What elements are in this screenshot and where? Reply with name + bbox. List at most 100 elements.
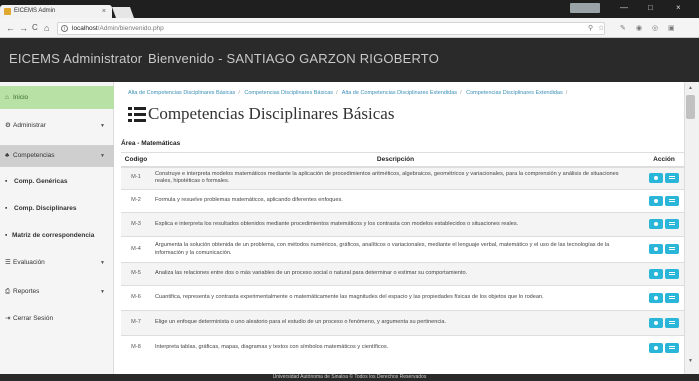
extension-icon[interactable]: ✎ <box>620 24 626 34</box>
sidebar-item-competencias[interactable]: ♣ Competencias ▼ <box>0 145 114 167</box>
sidebar-item-label: Comp. Genéricas <box>14 178 68 185</box>
extension-icon[interactable]: ▣ <box>668 24 675 34</box>
sidebar-item-label: Matriz de correspondencia <box>12 232 95 239</box>
sidebar-item-label: Evaluación <box>13 259 45 266</box>
sidebar-item-matriz[interactable]: ▪ Matriz de correspondencia <box>0 227 114 245</box>
scroll-down-icon[interactable]: ▼ <box>688 358 693 364</box>
back-icon[interactable]: ← <box>6 22 15 34</box>
sidebar-item-comp-genericas[interactable]: ▪ Comp. Genéricas <box>0 173 114 191</box>
extension-icon[interactable]: ◎ <box>652 24 658 34</box>
extension-icon[interactable]: ◉ <box>636 24 642 34</box>
breadcrumb-link[interactable]: Competencias Disciplinares Básicas <box>244 90 333 96</box>
logout-icon: ⇥ <box>5 315 11 322</box>
table-row: M-1 Construye e interpreta modelos matem… <box>121 166 688 190</box>
scrollbar[interactable] <box>684 82 699 374</box>
cell-code: M-1 <box>121 166 151 190</box>
breadcrumb-link[interactable]: Competencias Disciplinares Extendidas <box>466 90 563 96</box>
view-button[interactable] <box>649 292 663 303</box>
list-button[interactable] <box>665 317 679 328</box>
sidebar-item-evaluacion[interactable]: ☰ Evaluación ▼ <box>0 255 114 271</box>
bookmark-star-icon[interactable]: ☆ <box>598 24 604 34</box>
view-button[interactable] <box>649 244 663 255</box>
sidebar-item-administrar[interactable]: ⚙ Administrar ▼ <box>0 118 114 134</box>
view-button[interactable] <box>649 343 663 354</box>
caret-down-icon: ▼ <box>100 123 105 129</box>
page-title: Competencias Disciplinares Básicas <box>148 104 395 123</box>
cell-actions <box>640 166 688 190</box>
maximize-icon[interactable]: □ <box>648 3 653 13</box>
reload-icon[interactable]: C <box>32 22 38 34</box>
scrollbar-thumb[interactable] <box>686 95 695 119</box>
cell-description: Formula y resuelve problemas matemáticos… <box>151 189 640 213</box>
table-row: M-5 Analiza las relaciones entre dos o m… <box>121 262 688 286</box>
cell-actions <box>640 335 688 361</box>
table-row: M-6 Cuantifica, representa y contrasta e… <box>121 285 688 311</box>
list-icon: ☰ <box>5 259 11 266</box>
view-button[interactable] <box>649 317 663 328</box>
cell-actions <box>640 236 688 263</box>
view-button[interactable] <box>649 195 663 206</box>
list-button[interactable] <box>665 173 679 184</box>
cell-code: M-4 <box>121 236 151 263</box>
gear-icon: ⚙ <box>5 122 11 129</box>
cell-description: Argumenta la solución obtenida de un pro… <box>151 236 640 263</box>
sidebar-item-comp-disciplinares[interactable]: ▪ Comp. Disciplinares <box>0 200 114 218</box>
view-button[interactable] <box>649 219 663 230</box>
sidebar-item-inicio[interactable]: ⌂ Inicio <box>0 86 114 109</box>
people-icon: ♣ <box>5 152 10 159</box>
scroll-up-icon[interactable]: ▲ <box>688 85 693 91</box>
list-icon: ▪ <box>5 178 8 185</box>
sidebar-item-label: Comp. Disciplinares <box>14 205 77 212</box>
minimize-icon[interactable]: — <box>620 3 628 13</box>
caret-down-icon: ▼ <box>100 153 105 159</box>
view-button[interactable] <box>649 173 663 184</box>
cell-description: Cuantifica, representa y contrasta exper… <box>151 285 640 311</box>
zoom-icon[interactable]: ⚲ <box>588 24 593 34</box>
breadcrumb-link[interactable]: Alta de Competencias Disciplinares Básic… <box>128 90 235 96</box>
sidebar-item-label: Cerrar Sesión <box>13 315 54 322</box>
list-button[interactable] <box>665 268 679 279</box>
list-icon: ▪ <box>5 232 8 239</box>
cell-actions <box>640 212 688 237</box>
cell-actions <box>640 310 688 336</box>
competencias-table: Codigo Descripción Acción M-1 Construye … <box>121 152 688 361</box>
area-label: Área - Matemáticas <box>121 140 181 147</box>
list-icon <box>128 107 146 122</box>
cell-code: M-2 <box>121 189 151 213</box>
column-header-codigo: Codigo <box>121 152 151 168</box>
sidebar-item-cerrar-sesion[interactable]: ⇥ Cerrar Sesión <box>0 311 114 327</box>
cell-actions <box>640 285 688 311</box>
cell-actions <box>640 262 688 286</box>
welcome-message: Bienvenido - SANTIAGO GARZON RIGOBERTO <box>148 51 440 66</box>
cell-code: M-8 <box>121 335 151 361</box>
breadcrumb-link[interactable]: Alta de Competencias Disciplinares Exten… <box>342 90 457 96</box>
cell-code: M-3 <box>121 212 151 237</box>
caret-down-icon: ▼ <box>100 260 105 266</box>
window-close-icon[interactable]: × <box>676 3 681 13</box>
app-brand[interactable]: EICEMS Administrator <box>9 51 142 66</box>
sidebar-item-label: Reportes <box>13 288 40 295</box>
url-input[interactable]: i localhost/Admin/bienvenido.php <box>57 22 605 35</box>
list-button[interactable] <box>665 292 679 303</box>
list-button[interactable] <box>665 219 679 230</box>
list-button[interactable] <box>665 343 679 354</box>
list-button[interactable] <box>665 195 679 206</box>
cell-code: M-7 <box>121 310 151 336</box>
view-button[interactable] <box>649 268 663 279</box>
cell-actions <box>640 189 688 213</box>
forward-icon[interactable]: → <box>19 22 28 34</box>
list-button[interactable] <box>665 244 679 255</box>
browser-profile-badge[interactable] <box>570 3 600 13</box>
table-row: M-3 Explica e interpreta los resultados … <box>121 212 688 237</box>
cell-code: M-5 <box>121 262 151 286</box>
cell-description: Analiza las relaciones entre dos o más v… <box>151 262 640 286</box>
table-row: M-7 Elige un enfoque determinista o uno … <box>121 310 688 336</box>
tab-close-icon[interactable]: × <box>102 5 106 18</box>
site-info-icon[interactable]: i <box>61 25 68 32</box>
table-row: M-2 Formula y resuelve problemas matemát… <box>121 189 688 213</box>
browser-tab[interactable]: EICEMS Admin × <box>0 5 112 18</box>
home-icon[interactable]: ⌂ <box>44 22 49 34</box>
new-tab-button[interactable] <box>111 7 135 18</box>
sidebar-item-reportes[interactable]: ⎙ Reportes ▼ <box>0 284 114 300</box>
cell-description: Construye e interpreta modelos matemátic… <box>151 166 640 190</box>
